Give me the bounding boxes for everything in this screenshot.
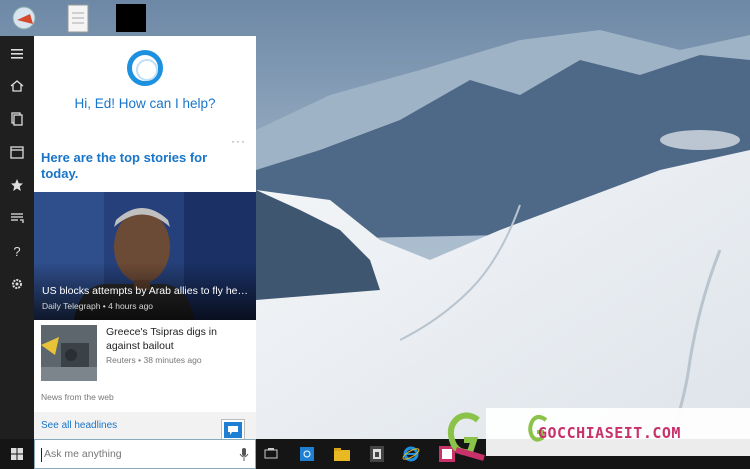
- help-icon[interactable]: ?: [0, 236, 34, 266]
- news-from-web-label: News from the web: [41, 392, 114, 402]
- black-window-icon[interactable]: [116, 4, 146, 32]
- story-source: Reuters • 38 minutes ago: [106, 355, 202, 365]
- recycle-bin-icon[interactable]: [8, 4, 40, 34]
- cortana-nav-rail: ?: [0, 36, 34, 439]
- story-item[interactable]: Greece's Tsipras digs in against bailout…: [34, 320, 256, 382]
- search-box[interactable]: Ask me anything: [34, 439, 256, 469]
- search-placeholder: Ask me anything: [44, 448, 122, 460]
- windows-start-icon[interactable]: [0, 439, 34, 469]
- watermark-text: GOCCHIASEIT.COM: [538, 424, 681, 442]
- story-thumbnail: [41, 325, 97, 381]
- cortana-logo-icon[interactable]: [127, 50, 163, 86]
- star-icon[interactable]: [0, 170, 34, 200]
- hero-story-title: US blocks attempts by Arab allies to fly…: [42, 285, 249, 297]
- file-explorer-icon[interactable]: [331, 443, 353, 465]
- feedback-button-icon[interactable]: [221, 419, 245, 439]
- cortana-greeting: Hi, Ed! How can I help?: [74, 96, 216, 111]
- hamburger-menu-icon[interactable]: [0, 39, 34, 69]
- story-title: Greece's Tsipras digs in against bailout: [106, 326, 217, 352]
- news-card: ··· Here are the top stories for today. …: [34, 132, 256, 412]
- calendar-icon[interactable]: [0, 137, 34, 167]
- see-all-headlines-link[interactable]: See all headlines: [41, 420, 117, 431]
- hero-story[interactable]: US blocks attempts by Arab allies to fly…: [34, 192, 256, 320]
- watermark-g-logo-icon: [447, 412, 485, 461]
- top-stories-title: Here are the top stories for today.: [41, 150, 208, 181]
- feedback-icon[interactable]: [0, 203, 34, 233]
- home-icon[interactable]: [0, 71, 34, 101]
- store-icon[interactable]: [296, 443, 318, 465]
- cortana-panel: Hi, Ed! How can I help? ··· Here are the…: [34, 36, 256, 439]
- more-options-icon[interactable]: ···: [231, 134, 246, 148]
- hero-story-source: Daily Telegraph • 4 hours ago: [42, 301, 154, 311]
- text-caret: [41, 448, 42, 462]
- settings-gear-icon[interactable]: [0, 269, 34, 299]
- notebook-icon[interactable]: [0, 104, 34, 134]
- microphone-icon[interactable]: [239, 448, 249, 462]
- internet-explorer-icon[interactable]: [400, 443, 422, 465]
- document-icon[interactable]: [66, 4, 98, 34]
- watermark-banner: GOCCHIASEIT.COM: [486, 408, 750, 456]
- calculator-icon[interactable]: [366, 443, 388, 465]
- task-view-icon[interactable]: [260, 443, 282, 465]
- cortana-header: Hi, Ed! How can I help?: [34, 36, 256, 132]
